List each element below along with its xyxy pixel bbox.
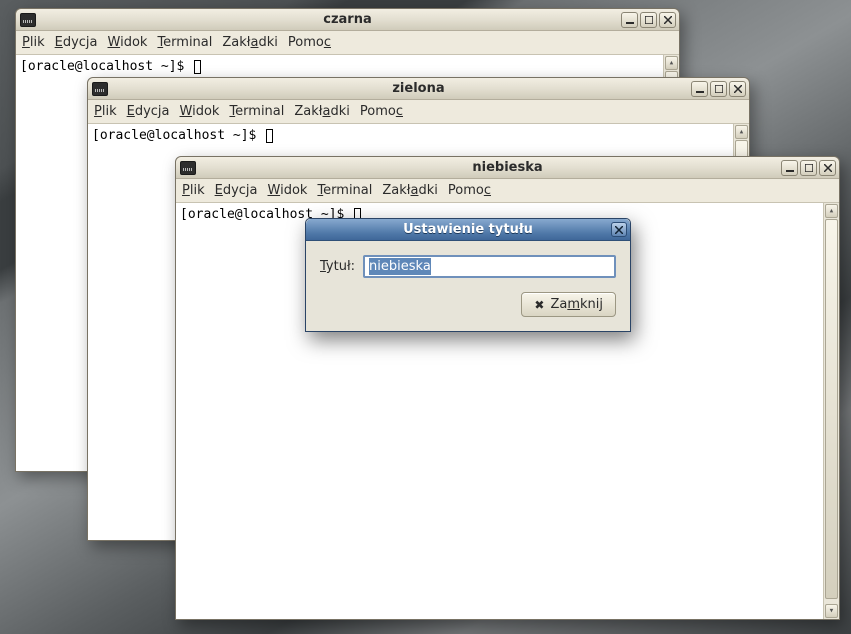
menu-widok[interactable]: Widok: [180, 104, 220, 119]
menu-terminal[interactable]: Terminal: [317, 183, 372, 198]
menubar: Plik Edycja Widok Terminal Zakładki Pomo…: [176, 179, 839, 203]
scroll-down-button[interactable]: ▾: [825, 604, 838, 618]
dialog-titlebar[interactable]: Ustawienie tytułu: [306, 219, 630, 241]
terminal-icon: [180, 161, 196, 175]
maximize-button[interactable]: [640, 12, 657, 28]
menu-plik[interactable]: Plik: [22, 35, 45, 50]
close-icon: ✖: [534, 298, 544, 312]
scrollbar[interactable]: ▴ ▾: [823, 203, 839, 619]
window-title: zielona: [88, 81, 749, 96]
menu-terminal[interactable]: Terminal: [229, 104, 284, 119]
titlebar[interactable]: zielona: [88, 78, 749, 100]
menu-pomoc[interactable]: Pomoc: [448, 183, 491, 198]
maximize-button[interactable]: [710, 81, 727, 97]
terminal-icon: [92, 82, 108, 96]
zamknij-label: Zamknij: [550, 297, 603, 312]
scroll-up-button[interactable]: ▴: [735, 125, 748, 139]
cursor: [194, 60, 201, 74]
menu-pomoc[interactable]: Pomoc: [288, 35, 331, 50]
menu-pomoc[interactable]: Pomoc: [360, 104, 403, 119]
menubar: Plik Edycja Widok Terminal Zakładki Pomo…: [88, 100, 749, 124]
menu-widok[interactable]: Widok: [108, 35, 148, 50]
title-input[interactable]: niebieska: [363, 255, 616, 278]
menu-zakladki[interactable]: Zakładki: [382, 183, 437, 198]
close-button[interactable]: [659, 12, 676, 28]
menu-edycja[interactable]: Edycja: [127, 104, 170, 119]
window-title: czarna: [16, 12, 679, 27]
dialog-close-button[interactable]: [611, 222, 627, 237]
menu-edycja[interactable]: Edycja: [55, 35, 98, 50]
menu-plik[interactable]: Plik: [94, 104, 117, 119]
menu-plik[interactable]: Plik: [182, 183, 205, 198]
prompt: [oracle@localhost ~]$: [20, 59, 192, 74]
titlebar[interactable]: niebieska: [176, 157, 839, 179]
terminal-icon: [20, 13, 36, 27]
titlebar[interactable]: czarna: [16, 9, 679, 31]
scroll-up-button[interactable]: ▴: [665, 56, 678, 70]
minimize-button[interactable]: [691, 81, 708, 97]
close-button[interactable]: [819, 160, 836, 176]
menu-zakladki[interactable]: Zakładki: [294, 104, 349, 119]
scroll-up-button[interactable]: ▴: [825, 204, 838, 218]
minimize-button[interactable]: [621, 12, 638, 28]
title-label: Tytuł:: [320, 259, 355, 274]
menu-terminal[interactable]: Terminal: [157, 35, 212, 50]
menu-widok[interactable]: Widok: [268, 183, 308, 198]
prompt: [oracle@localhost ~]$: [92, 128, 264, 143]
close-button[interactable]: [729, 81, 746, 97]
set-title-dialog[interactable]: Ustawienie tytułu Tytuł: niebieska ✖ Zam…: [305, 218, 631, 332]
maximize-button[interactable]: [800, 160, 817, 176]
minimize-button[interactable]: [781, 160, 798, 176]
zamknij-button[interactable]: ✖ Zamknij: [521, 292, 616, 317]
window-title: niebieska: [176, 160, 839, 175]
menubar: Plik Edycja Widok Terminal Zakładki Pomo…: [16, 31, 679, 55]
cursor: [266, 129, 273, 143]
dialog-title: Ustawienie tytułu: [306, 222, 630, 237]
menu-zakladki[interactable]: Zakładki: [222, 35, 277, 50]
menu-edycja[interactable]: Edycja: [215, 183, 258, 198]
scroll-thumb[interactable]: [825, 219, 838, 599]
